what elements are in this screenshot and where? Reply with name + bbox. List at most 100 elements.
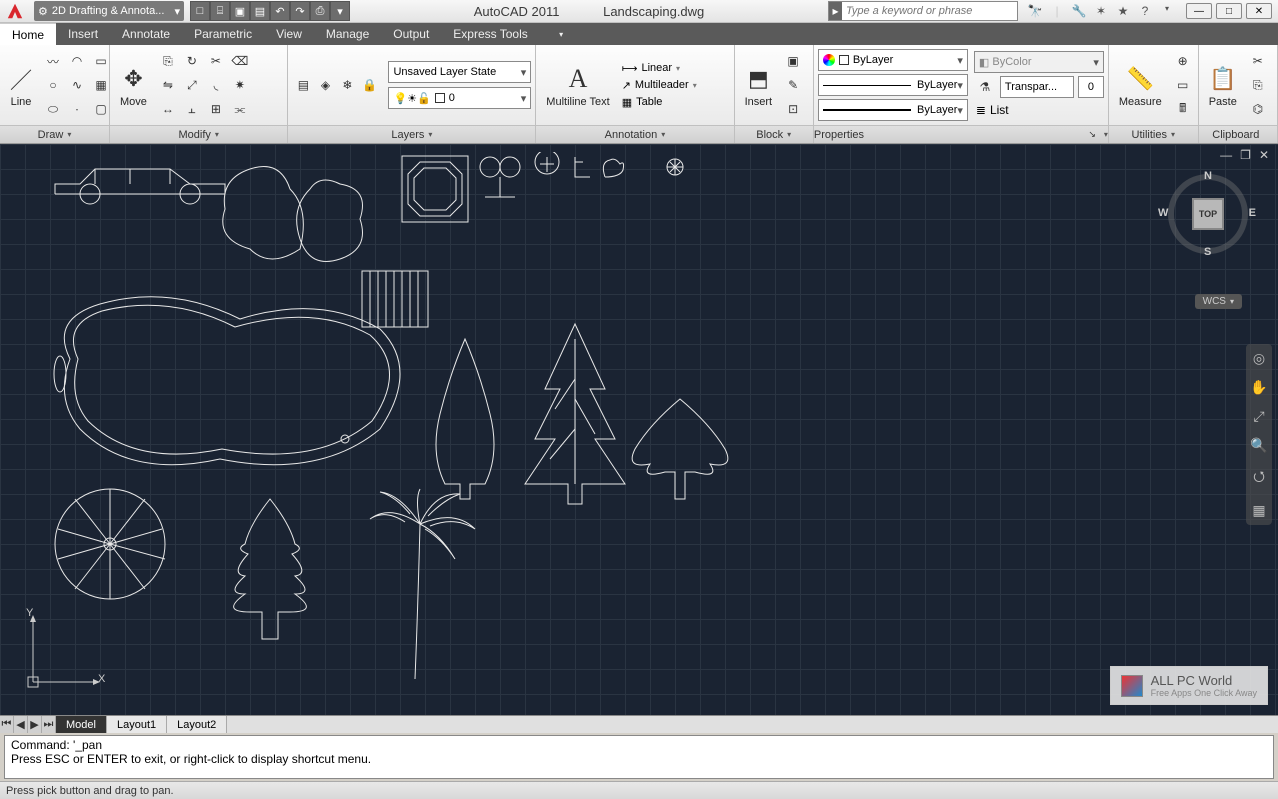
panel-title-modify[interactable]: Modify xyxy=(110,125,287,143)
cut-icon[interactable]: ✂ xyxy=(1247,50,1269,72)
measure-button[interactable]: 📏 Measure xyxy=(1113,49,1168,121)
binoculars-icon[interactable]: 🔭 xyxy=(1026,4,1044,18)
mirror-icon[interactable]: ⇋ xyxy=(157,74,179,96)
wcs-indicator[interactable]: WCS▾ xyxy=(1195,294,1242,309)
multileader-button[interactable]: ↗Multileader▾ xyxy=(620,78,699,93)
hatch-icon[interactable]: ▦ xyxy=(90,74,112,96)
table-button[interactable]: ▦Table xyxy=(620,95,699,110)
application-menu-button[interactable] xyxy=(0,0,30,23)
help-dropdown-icon[interactable]: ▾ xyxy=(1158,4,1176,18)
rectangle-icon[interactable]: ▭ xyxy=(90,50,112,72)
layer-combo[interactable]: 💡 ☀ 🔓 0 ▾ xyxy=(388,87,531,109)
search-input[interactable] xyxy=(842,5,1017,17)
layout-tab-2[interactable]: Layout2 xyxy=(167,716,227,733)
insert-button[interactable]: ⬒ Insert xyxy=(739,49,779,121)
tab-view[interactable]: View xyxy=(264,23,314,45)
panel-title-utilities[interactable]: Utilities xyxy=(1109,125,1198,143)
layer-lock-icon[interactable]: 🔒 xyxy=(358,74,380,96)
minimize-button[interactable]: — xyxy=(1186,3,1212,19)
match-clip-icon[interactable]: ⌬ xyxy=(1247,98,1269,120)
viewcube-w[interactable]: W xyxy=(1158,207,1168,219)
tab-nav-next[interactable]: ▶ xyxy=(28,716,42,733)
qat-more-button[interactable]: ▾ xyxy=(330,1,350,21)
edit-block-icon[interactable]: ✎ xyxy=(782,74,804,96)
panel-title-clipboard[interactable]: Clipboard xyxy=(1199,125,1277,143)
transparency-combo[interactable]: Transpar... xyxy=(1000,76,1074,98)
arc-icon[interactable]: ◠ xyxy=(66,50,88,72)
tab-annotate[interactable]: Annotate xyxy=(110,23,182,45)
workspace-selector[interactable]: ⚙ 2D Drafting & Annota... ▾ xyxy=(34,1,184,21)
viewcube-e[interactable]: E xyxy=(1249,207,1256,219)
saveas-button[interactable]: ▤ xyxy=(250,1,270,21)
favorite-icon[interactable]: ★ xyxy=(1114,4,1132,18)
tab-output[interactable]: Output xyxy=(381,23,441,45)
tab-insert[interactable]: Insert xyxy=(56,23,110,45)
lineweight-combo[interactable]: ByLayer▾ xyxy=(818,74,968,96)
orbit-icon[interactable]: ⭯ xyxy=(1253,466,1265,490)
nav-wheel-icon[interactable]: ◎ xyxy=(1253,350,1265,367)
array-icon[interactable]: ⊞ xyxy=(205,98,227,120)
calc-icon[interactable]: 🖩 xyxy=(1172,98,1194,120)
maximize-button[interactable]: □ xyxy=(1216,3,1242,19)
print-button[interactable]: ⎙ xyxy=(310,1,330,21)
layout-tab-model[interactable]: Model xyxy=(56,716,107,733)
panel-title-annotation[interactable]: Annotation xyxy=(536,125,733,143)
list-button[interactable]: ≣List xyxy=(974,101,1104,119)
command-line[interactable]: Command: '_pan Press ESC or ENTER to exi… xyxy=(4,735,1274,779)
linetype-combo[interactable]: ByLayer▾ xyxy=(818,99,968,121)
showmotion-icon[interactable]: ▦ xyxy=(1252,502,1265,519)
tab-manage[interactable]: Manage xyxy=(314,23,381,45)
open-button[interactable]: ⌸ xyxy=(210,1,230,21)
trim-icon[interactable]: ✂ xyxy=(205,50,227,72)
undo-button[interactable]: ↶ xyxy=(270,1,290,21)
key-icon[interactable]: 🔧 xyxy=(1070,4,1088,18)
block-attr-icon[interactable]: ⊡ xyxy=(782,98,804,120)
rotate-icon[interactable]: ↻ xyxy=(181,50,203,72)
copy-icon[interactable]: ⎘ xyxy=(157,50,179,72)
offset-icon[interactable]: ⫠ xyxy=(181,98,203,120)
redo-button[interactable]: ↷ xyxy=(290,1,310,21)
quickselect-icon[interactable]: ⊕ xyxy=(1172,50,1194,72)
save-button[interactable]: ▣ xyxy=(230,1,250,21)
viewcube[interactable]: TOP N S W E xyxy=(1168,174,1248,254)
fillet-icon[interactable]: ◟ xyxy=(205,74,227,96)
linear-dim-button[interactable]: ⟼Linear▾ xyxy=(620,61,699,76)
scale-icon[interactable]: ⤢ xyxy=(181,74,203,96)
tab-nav-last[interactable]: ⏭ xyxy=(42,716,56,733)
tab-express-tools[interactable]: Express Tools xyxy=(441,23,539,45)
zoom-icon[interactable]: 🔍 xyxy=(1250,437,1267,454)
infocenter-search[interactable]: ▸ xyxy=(828,1,1018,21)
move-button[interactable]: ✥ Move xyxy=(114,49,153,121)
new-button[interactable]: □ xyxy=(190,1,210,21)
spline-icon[interactable]: ∿ xyxy=(66,74,88,96)
tab-extra[interactable] xyxy=(540,23,575,45)
circle-icon[interactable]: ○ xyxy=(42,74,64,96)
tab-nav-prev[interactable]: ◀ xyxy=(14,716,28,733)
zoom-extents-icon[interactable]: ⤢ xyxy=(1253,408,1264,425)
create-block-icon[interactable]: ▣ xyxy=(782,50,804,72)
close-button[interactable]: ✕ xyxy=(1246,3,1272,19)
tab-nav-first[interactable]: ⏮ xyxy=(0,716,14,733)
polyline-icon[interactable]: 〰 xyxy=(42,50,64,72)
panel-title-layers[interactable]: Layers xyxy=(288,125,535,143)
layer-freeze-icon[interactable]: ❄ xyxy=(336,74,358,96)
tab-parametric[interactable]: Parametric xyxy=(182,23,264,45)
color-combo[interactable]: ByLayer▾ xyxy=(818,49,968,71)
viewcube-face[interactable]: TOP xyxy=(1192,198,1224,230)
exchange-icon[interactable]: ✶ xyxy=(1092,4,1110,18)
ellipse-icon[interactable]: ⬭ xyxy=(42,98,64,120)
pan-icon[interactable]: ✋ xyxy=(1250,379,1267,396)
stretch-icon[interactable]: ↔ xyxy=(157,98,179,120)
erase-icon[interactable]: ⌫ xyxy=(229,50,251,72)
tab-home[interactable]: Home xyxy=(0,23,56,45)
layer-iso-icon[interactable]: ◈ xyxy=(314,74,336,96)
region-icon[interactable]: ▢ xyxy=(90,98,112,120)
point-icon[interactable]: ∙ xyxy=(66,98,88,120)
drawing-canvas[interactable]: — ❐ ✕ TOP N xyxy=(0,144,1278,715)
explode-icon[interactable]: ✷ xyxy=(229,74,251,96)
transparency-value[interactable]: 0 xyxy=(1078,76,1104,98)
viewcube-s[interactable]: S xyxy=(1204,246,1211,258)
line-button[interactable]: ／ Line xyxy=(4,49,38,121)
bycolor-combo[interactable]: ◧ ByColor▾ xyxy=(974,51,1104,73)
paste-button[interactable]: 📋 Paste xyxy=(1203,49,1243,121)
